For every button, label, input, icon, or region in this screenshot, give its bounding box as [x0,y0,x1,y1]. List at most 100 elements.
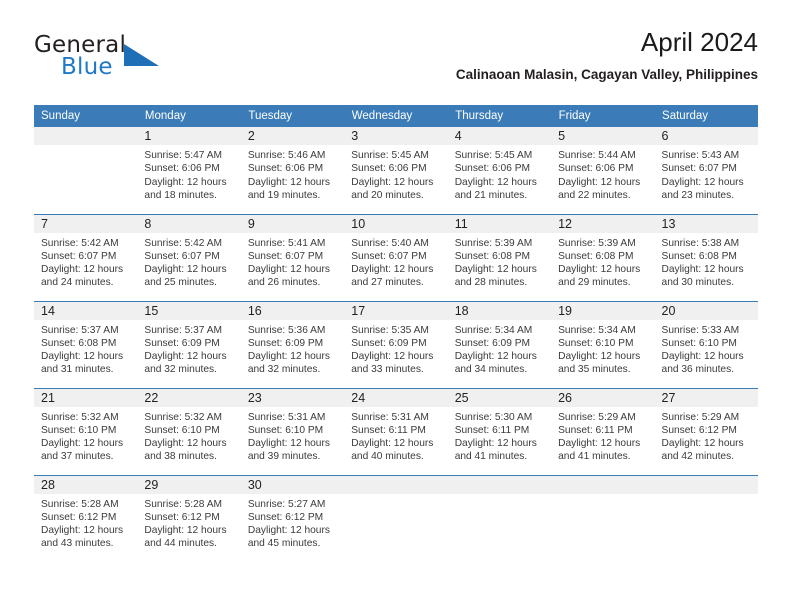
daylight-line-1: Daylight: 12 hours [144,264,227,276]
calendar-day-cell[interactable]: 23 Sunrise: 5:31 AM Sunset: 6:10 PM Dayligh… [240,387,345,475]
day-number: 29 [137,475,241,494]
daylight-line-2: and 39 minutes. [247,451,321,463]
sunrise-time: Sunrise: 5:28 AM [144,498,223,510]
calendar-day-cell[interactable]: 9 Sunrise: 5:41 AM Sunset: 6:07 PM Daylight… [240,213,345,301]
day-info: Sunrise: 5:29 AM Sunset: 6:12 PM Daylight:… [655,407,758,464]
day-number: 6 [654,127,758,145]
calendar-day-cell-empty [551,474,655,562]
day-info: Sunrise: 5:33 AM Sunset: 6:10 PM Daylight:… [655,320,758,377]
day-number [551,475,655,494]
day-info: Sunrise: 5:37 AM Sunset: 6:08 PM Daylight:… [34,320,137,377]
calendar-day-cell[interactable]: 30 Sunrise: 5:27 AM Sunset: 6:12 PM Dayligh… [240,474,345,562]
calendar-day-cell[interactable]: 26 Sunrise: 5:29 AM Sunset: 6:11 PM Dayligh… [551,387,655,475]
daylight-line-1: Daylight: 12 hours [41,351,124,363]
daylight-line-2: and 29 minutes. [558,277,631,289]
sunset-time: Sunset: 6:07 PM [247,250,324,262]
day-number [447,475,552,494]
sunset-time: Sunset: 6:06 PM [351,163,427,175]
day-number: 8 [137,214,241,233]
calendar-day-cell[interactable]: 28 Sunrise: 5:28 AM Sunset: 6:12 PM Dayligh… [34,474,138,562]
sunset-time: Sunset: 6:09 PM [351,337,427,349]
sunrise-time: Sunrise: 5:29 AM [558,411,636,423]
title-block: April 2024 Calinaoan Malasin, Cagayan Va… [456,26,758,85]
calendar-day-cell[interactable]: 2 Sunrise: 5:46 AM Sunset: 6:06 PM Daylight… [240,127,345,214]
day-info: Sunrise: 5:34 AM Sunset: 6:09 PM Daylight:… [448,320,551,377]
calendar-day-cell[interactable]: 7 Sunrise: 5:42 AM Sunset: 6:07 PM Daylight… [34,213,138,301]
day-info: Sunrise: 5:45 AM Sunset: 6:06 PM Daylight:… [448,145,551,202]
sunset-time: Sunset: 6:08 PM [661,250,737,262]
sunset-time: Sunset: 6:10 PM [661,337,737,349]
daylight-line-2: and 33 minutes. [351,364,424,376]
daylight-line-1: Daylight: 12 hours [41,438,124,450]
day-info: Sunrise: 5:42 AM Sunset: 6:07 PM Daylight:… [34,233,137,290]
calendar-day-cell[interactable]: 17 Sunrise: 5:35 AM Sunset: 6:09 PM Dayligh… [344,300,448,388]
calendar-day-cell[interactable]: 24 Sunrise: 5:31 AM Sunset: 6:11 PM Dayligh… [344,387,448,475]
daylight-line-1: Daylight: 12 hours [661,176,744,188]
day-number [34,127,138,145]
calendar-day-cell[interactable]: 25 Sunrise: 5:30 AM Sunset: 6:11 PM Dayligh… [447,387,552,475]
day-number [344,475,448,494]
calendar-day-cell[interactable]: 10 Sunrise: 5:40 AM Sunset: 6:07 PM Dayligh… [344,213,448,301]
calendar-day-cell[interactable]: 22 Sunrise: 5:32 AM Sunset: 6:10 PM Dayligh… [137,387,241,475]
day-number: 10 [344,214,448,233]
sunset-time: Sunset: 6:06 PM [247,163,324,175]
calendar-day-cell[interactable]: 4 Sunrise: 5:45 AM Sunset: 6:06 PM Daylight… [447,127,552,214]
daylight-line-1: Daylight: 12 hours [454,176,537,188]
sunset-time: Sunset: 6:12 PM [41,511,117,523]
logo-text-blue: Blue [61,54,113,80]
sunrise-time: Sunrise: 5:34 AM [454,324,533,336]
calendar-day-cell[interactable]: 15 Sunrise: 5:37 AM Sunset: 6:09 PM Dayligh… [137,300,241,388]
daylight-line-2: and 20 minutes. [351,189,424,201]
calendar-day-cell[interactable]: 20 Sunrise: 5:33 AM Sunset: 6:10 PM Dayligh… [654,300,758,388]
page-title: April 2024 [640,27,758,57]
calendar-day-cell[interactable]: 19 Sunrise: 5:34 AM Sunset: 6:10 PM Dayligh… [551,300,655,388]
day-info: Sunrise: 5:32 AM Sunset: 6:10 PM Daylight:… [34,407,137,464]
sunrise-time: Sunrise: 5:29 AM [661,411,740,423]
calendar-day-cell[interactable]: 3 Sunrise: 5:45 AM Sunset: 6:06 PM Daylight… [344,127,448,214]
sunrise-time: Sunrise: 5:31 AM [351,411,429,423]
sunset-time: Sunset: 6:09 PM [247,337,324,349]
calendar-day-cell-empty [447,474,552,562]
daylight-line-1: Daylight: 12 hours [41,525,124,537]
calendar-day-cell[interactable]: 14 Sunrise: 5:37 AM Sunset: 6:08 PM Dayligh… [34,300,138,388]
calendar-day-cell[interactable]: 1 Sunrise: 5:47 AM Sunset: 6:06 PM Daylight… [137,127,241,214]
daylight-line-2: and 32 minutes. [144,364,217,376]
calendar-day-cell[interactable]: 16 Sunrise: 5:36 AM Sunset: 6:09 PM Dayligh… [240,300,345,388]
daylight-line-1: Daylight: 12 hours [351,438,434,450]
calendar-day-cell[interactable]: 6 Sunrise: 5:43 AM Sunset: 6:07 PM Daylight… [654,127,758,214]
daylight-line-1: Daylight: 12 hours [41,264,124,276]
page-header: General Blue April 2024 Calinaoan Malasi… [34,26,758,94]
sunset-time: Sunset: 6:07 PM [351,250,427,262]
day-info: Sunrise: 5:45 AM Sunset: 6:06 PM Daylight:… [344,145,447,202]
day-number: 9 [240,214,345,233]
calendar-day-cell[interactable]: 8 Sunrise: 5:42 AM Sunset: 6:07 PM Daylight… [137,213,241,301]
calendar-day-cell[interactable]: 27 Sunrise: 5:29 AM Sunset: 6:12 PM Dayligh… [654,387,758,475]
calendar-day-cell[interactable]: 5 Sunrise: 5:44 AM Sunset: 6:06 PM Daylight… [551,127,655,214]
location-subtitle: Calinaoan Malasin, Cagayan Valley, Phili… [455,67,758,82]
calendar-day-cell[interactable]: 13 Sunrise: 5:38 AM Sunset: 6:08 PM Dayligh… [654,213,758,301]
day-info: Sunrise: 5:38 AM Sunset: 6:08 PM Daylight:… [655,233,758,290]
calendar-body: 1 Sunrise: 5:47 AM Sunset: 6:06 PM Daylight… [34,127,758,562]
daylight-line-1: Daylight: 12 hours [247,525,330,537]
calendar-day-cell[interactable]: 18 Sunrise: 5:34 AM Sunset: 6:09 PM Dayligh… [447,300,552,388]
calendar-day-cell[interactable]: 21 Sunrise: 5:32 AM Sunset: 6:10 PM Dayligh… [34,387,138,475]
daylight-line-2: and 42 minutes. [661,451,735,463]
calendar-day-cell[interactable]: 11 Sunrise: 5:39 AM Sunset: 6:08 PM Dayligh… [447,213,552,301]
calendar-day-cell[interactable]: 12 Sunrise: 5:39 AM Sunset: 6:08 PM Dayligh… [551,213,655,301]
day-info: Sunrise: 5:32 AM Sunset: 6:10 PM Daylight:… [137,407,240,464]
weekday-header-friday: Friday [551,105,656,127]
daylight-line-1: Daylight: 12 hours [144,525,227,537]
daylight-line-2: and 32 minutes. [247,364,321,376]
calendar-table: Sunday Monday Tuesday Wednesday Thursday… [34,105,759,562]
daylight-line-1: Daylight: 12 hours [661,351,744,363]
daylight-line-2: and 21 minutes. [454,189,528,201]
day-number: 1 [137,127,241,145]
daylight-line-1: Daylight: 12 hours [247,264,330,276]
calendar-day-cell[interactable]: 29 Sunrise: 5:28 AM Sunset: 6:12 PM Dayligh… [137,474,241,562]
calendar-day-cell-empty [34,127,138,214]
daylight-line-1: Daylight: 12 hours [351,176,434,188]
daylight-line-2: and 27 minutes. [351,277,424,289]
sunrise-time: Sunrise: 5:37 AM [41,324,119,336]
general-blue-logo: General Blue [34,32,204,88]
sunset-time: Sunset: 6:07 PM [144,250,220,262]
